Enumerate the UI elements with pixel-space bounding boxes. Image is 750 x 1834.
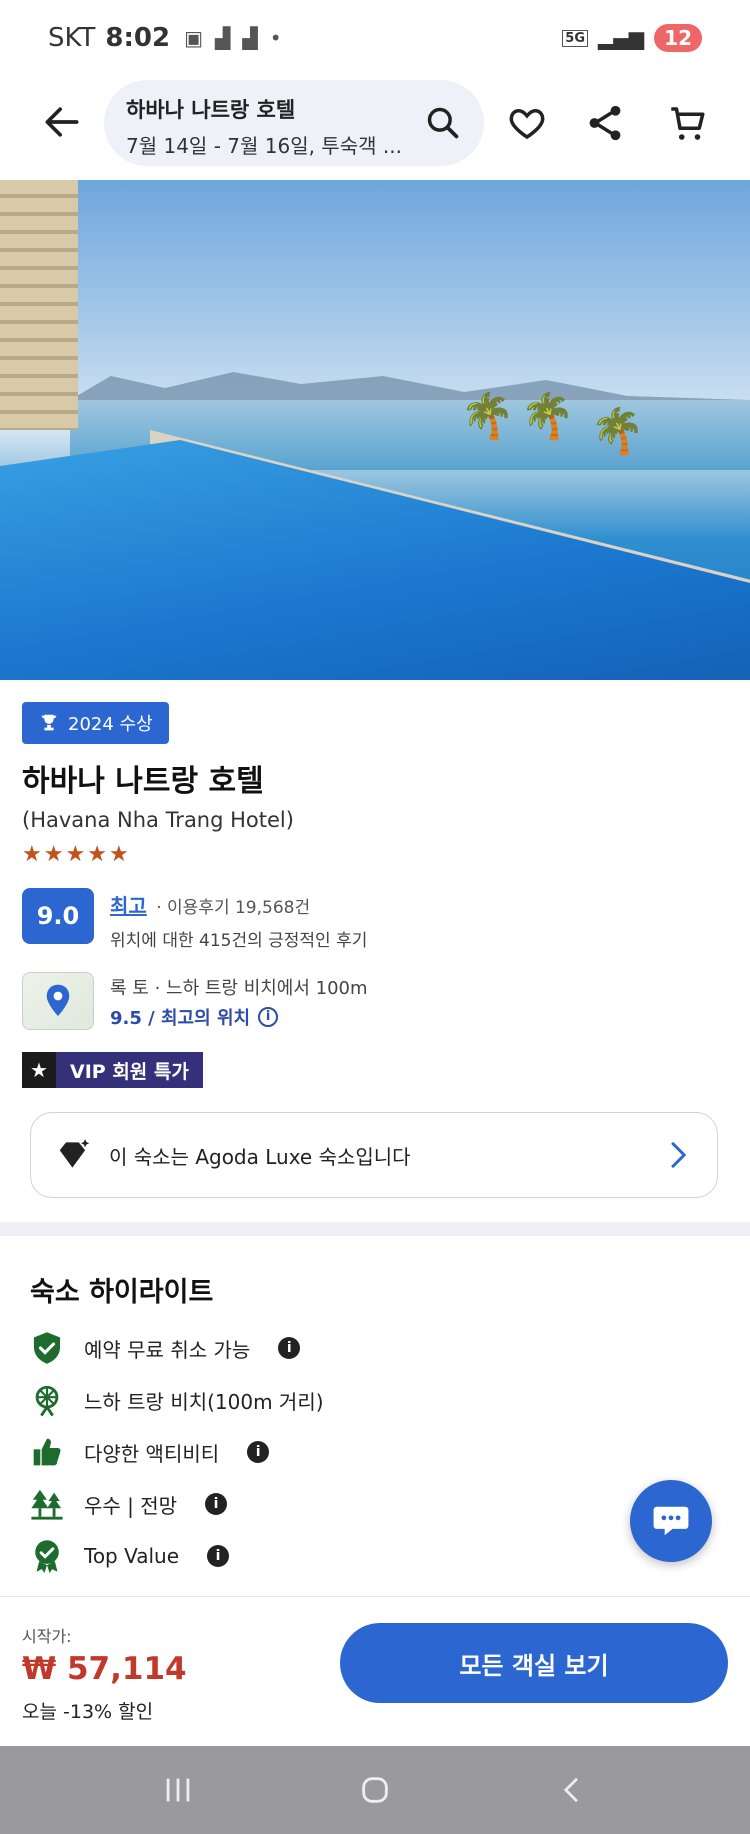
map-thumbnail[interactable] [22,972,94,1030]
hotel-name: 하바나 나트랑 호텔 [22,764,264,799]
info-icon[interactable]: i [258,1007,279,1027]
vip-deal-badge: ★ VIP 회원 특가 [22,1052,203,1088]
info-icon[interactable]: i [207,1545,230,1567]
more-dot-icon: • [269,26,282,50]
building-graphic [0,180,78,430]
back-nav-button[interactable] [542,1760,602,1820]
hotel-name-english: (Havana Nha Trang Hotel) [22,808,294,832]
highlight-label: 다양한 액티비티 [84,1441,220,1466]
home-button[interactable] [345,1760,405,1820]
network-type: 5G [562,29,588,47]
recent-apps-icon [166,1778,190,1802]
chevron-left-icon [563,1777,578,1803]
star-rating: ★ ★ ★ ★ ★ [22,842,129,867]
award-badge: 2024 수상 [22,702,169,744]
mountains-graphic [70,372,750,400]
pool-graphic [0,440,750,680]
highlight-label: 예약 무료 취소 가능 [84,1337,251,1362]
app-notification-icon: ▟ [242,26,258,50]
ferris-wheel-icon [30,1383,64,1417]
location-review-summary: 위치에 대한 415건의 긍정적인 후기 [110,931,368,951]
location-distance: 록 토 · 느하 트랑 비치에서 100m [110,978,368,999]
home-icon [362,1777,388,1803]
highlight-label: 우수 | 전망 [84,1493,178,1518]
info-icon[interactable]: i [205,1493,228,1515]
info-icon[interactable]: i [247,1441,270,1463]
status-bar: SKT 8:02 ▣ ▟ ▟ • 5G ▂▄▆ 12 [0,0,750,76]
notification-icons: ▣ ▟ ▟ • [184,26,281,50]
diamond-sparkle-icon [59,1139,90,1168]
trophy-icon [41,714,57,731]
price-value: ₩ 57,114 [22,1651,187,1687]
star-icon: ★ [22,1052,56,1088]
carrier-label: SKT [48,23,96,53]
price-bar: 시작가: ₩ 57,114 오늘 -13% 할인 모든 객실 보기 [0,1596,750,1744]
review-count: · 이용후기 19,568건 [156,898,311,918]
palm-tree-graphic: 🌴 [460,391,515,442]
highlight-item: 예약 무료 취소 가능 i [30,1328,301,1368]
trees-icon [30,1487,64,1521]
arrow-left-icon [45,107,79,137]
chevron-right-icon [671,1142,686,1168]
search-summary[interactable]: 하바나 나트랑 호텔 7월 14일 - 7월 16일, 투숙객 ... [104,80,484,166]
vip-deal-label: VIP 회원 특가 [56,1052,203,1088]
section-divider [0,1222,750,1236]
hotel-photo-carousel[interactable]: 🌴 🌴 🌴 147 [0,180,750,680]
highlight-item: Top Value i [30,1536,230,1576]
award-badge-icon [30,1539,64,1573]
location-score[interactable]: 9.5 / 최고의 위치 i [110,1004,279,1030]
map-pin-icon [46,984,70,1016]
highlight-item: 우수 | 전망 i [30,1484,228,1524]
discount-label: 오늘 -13% 할인 [22,1701,154,1723]
share-icon[interactable] [584,102,626,144]
search-date-guests: 7월 14일 - 7월 16일, 투숙객 ... [126,134,402,158]
review-summary[interactable]: 최고 · 이용후기 19,568건 [110,890,310,919]
shield-check-icon [30,1331,64,1365]
screenshot-icon: ▣ [184,26,203,50]
view-all-rooms-button[interactable]: 모든 객실 보기 [340,1623,728,1703]
review-score-label[interactable]: 최고 [110,894,147,918]
system-nav-bar [0,1746,750,1834]
highlight-label: 느하 트랑 비치(100m 거리) [84,1389,324,1414]
back-button[interactable] [40,100,84,144]
clock: 8:02 [105,23,171,53]
recent-apps-button[interactable] [148,1760,208,1820]
palm-tree-graphic: 🌴 [520,391,575,442]
battery-indicator: 12 [654,24,702,52]
search-hotel-title: 하바나 나트랑 호텔 [126,98,296,122]
chat-button[interactable] [630,1480,712,1562]
heart-icon[interactable] [506,102,548,144]
chat-bubble-icon [653,1506,689,1536]
award-label: 2024 수상 [68,714,153,735]
cart-icon[interactable] [666,102,708,144]
location-score-label: 9.5 / 최고의 위치 [110,1008,251,1029]
signal-icon: ▂▄▆ [598,26,645,50]
palm-tree-graphic: 🌴 [590,406,645,457]
star-icon: ★ [108,842,129,867]
top-bar: 하바나 나트랑 호텔 7월 14일 - 7월 16일, 투숙객 ... [0,78,750,170]
star-icon: ★ [65,842,86,867]
star-icon: ★ [22,842,42,867]
price-start-label: 시작가: [22,1627,72,1646]
agoda-luxe-banner[interactable]: 이 숙소는 Agoda Luxe 숙소입니다 [30,1112,718,1198]
review-score-badge[interactable]: 9.0 [22,888,94,944]
search-icon[interactable] [424,104,462,142]
info-icon[interactable]: i [278,1337,301,1359]
highlight-item: 다양한 액티비티 i [30,1432,270,1472]
highlight-item: 느하 트랑 비치(100m 거리) [30,1380,324,1420]
thumbs-up-icon [30,1435,64,1469]
app-notification-icon: ▟ [215,26,231,50]
highlights-title: 숙소 하이라이트 [30,1277,214,1308]
highlight-label: Top Value [84,1544,180,1568]
star-icon: ★ [43,842,64,867]
star-icon: ★ [87,842,107,867]
luxe-text: 이 숙소는 Agoda Luxe 숙소입니다 [109,1144,411,1169]
